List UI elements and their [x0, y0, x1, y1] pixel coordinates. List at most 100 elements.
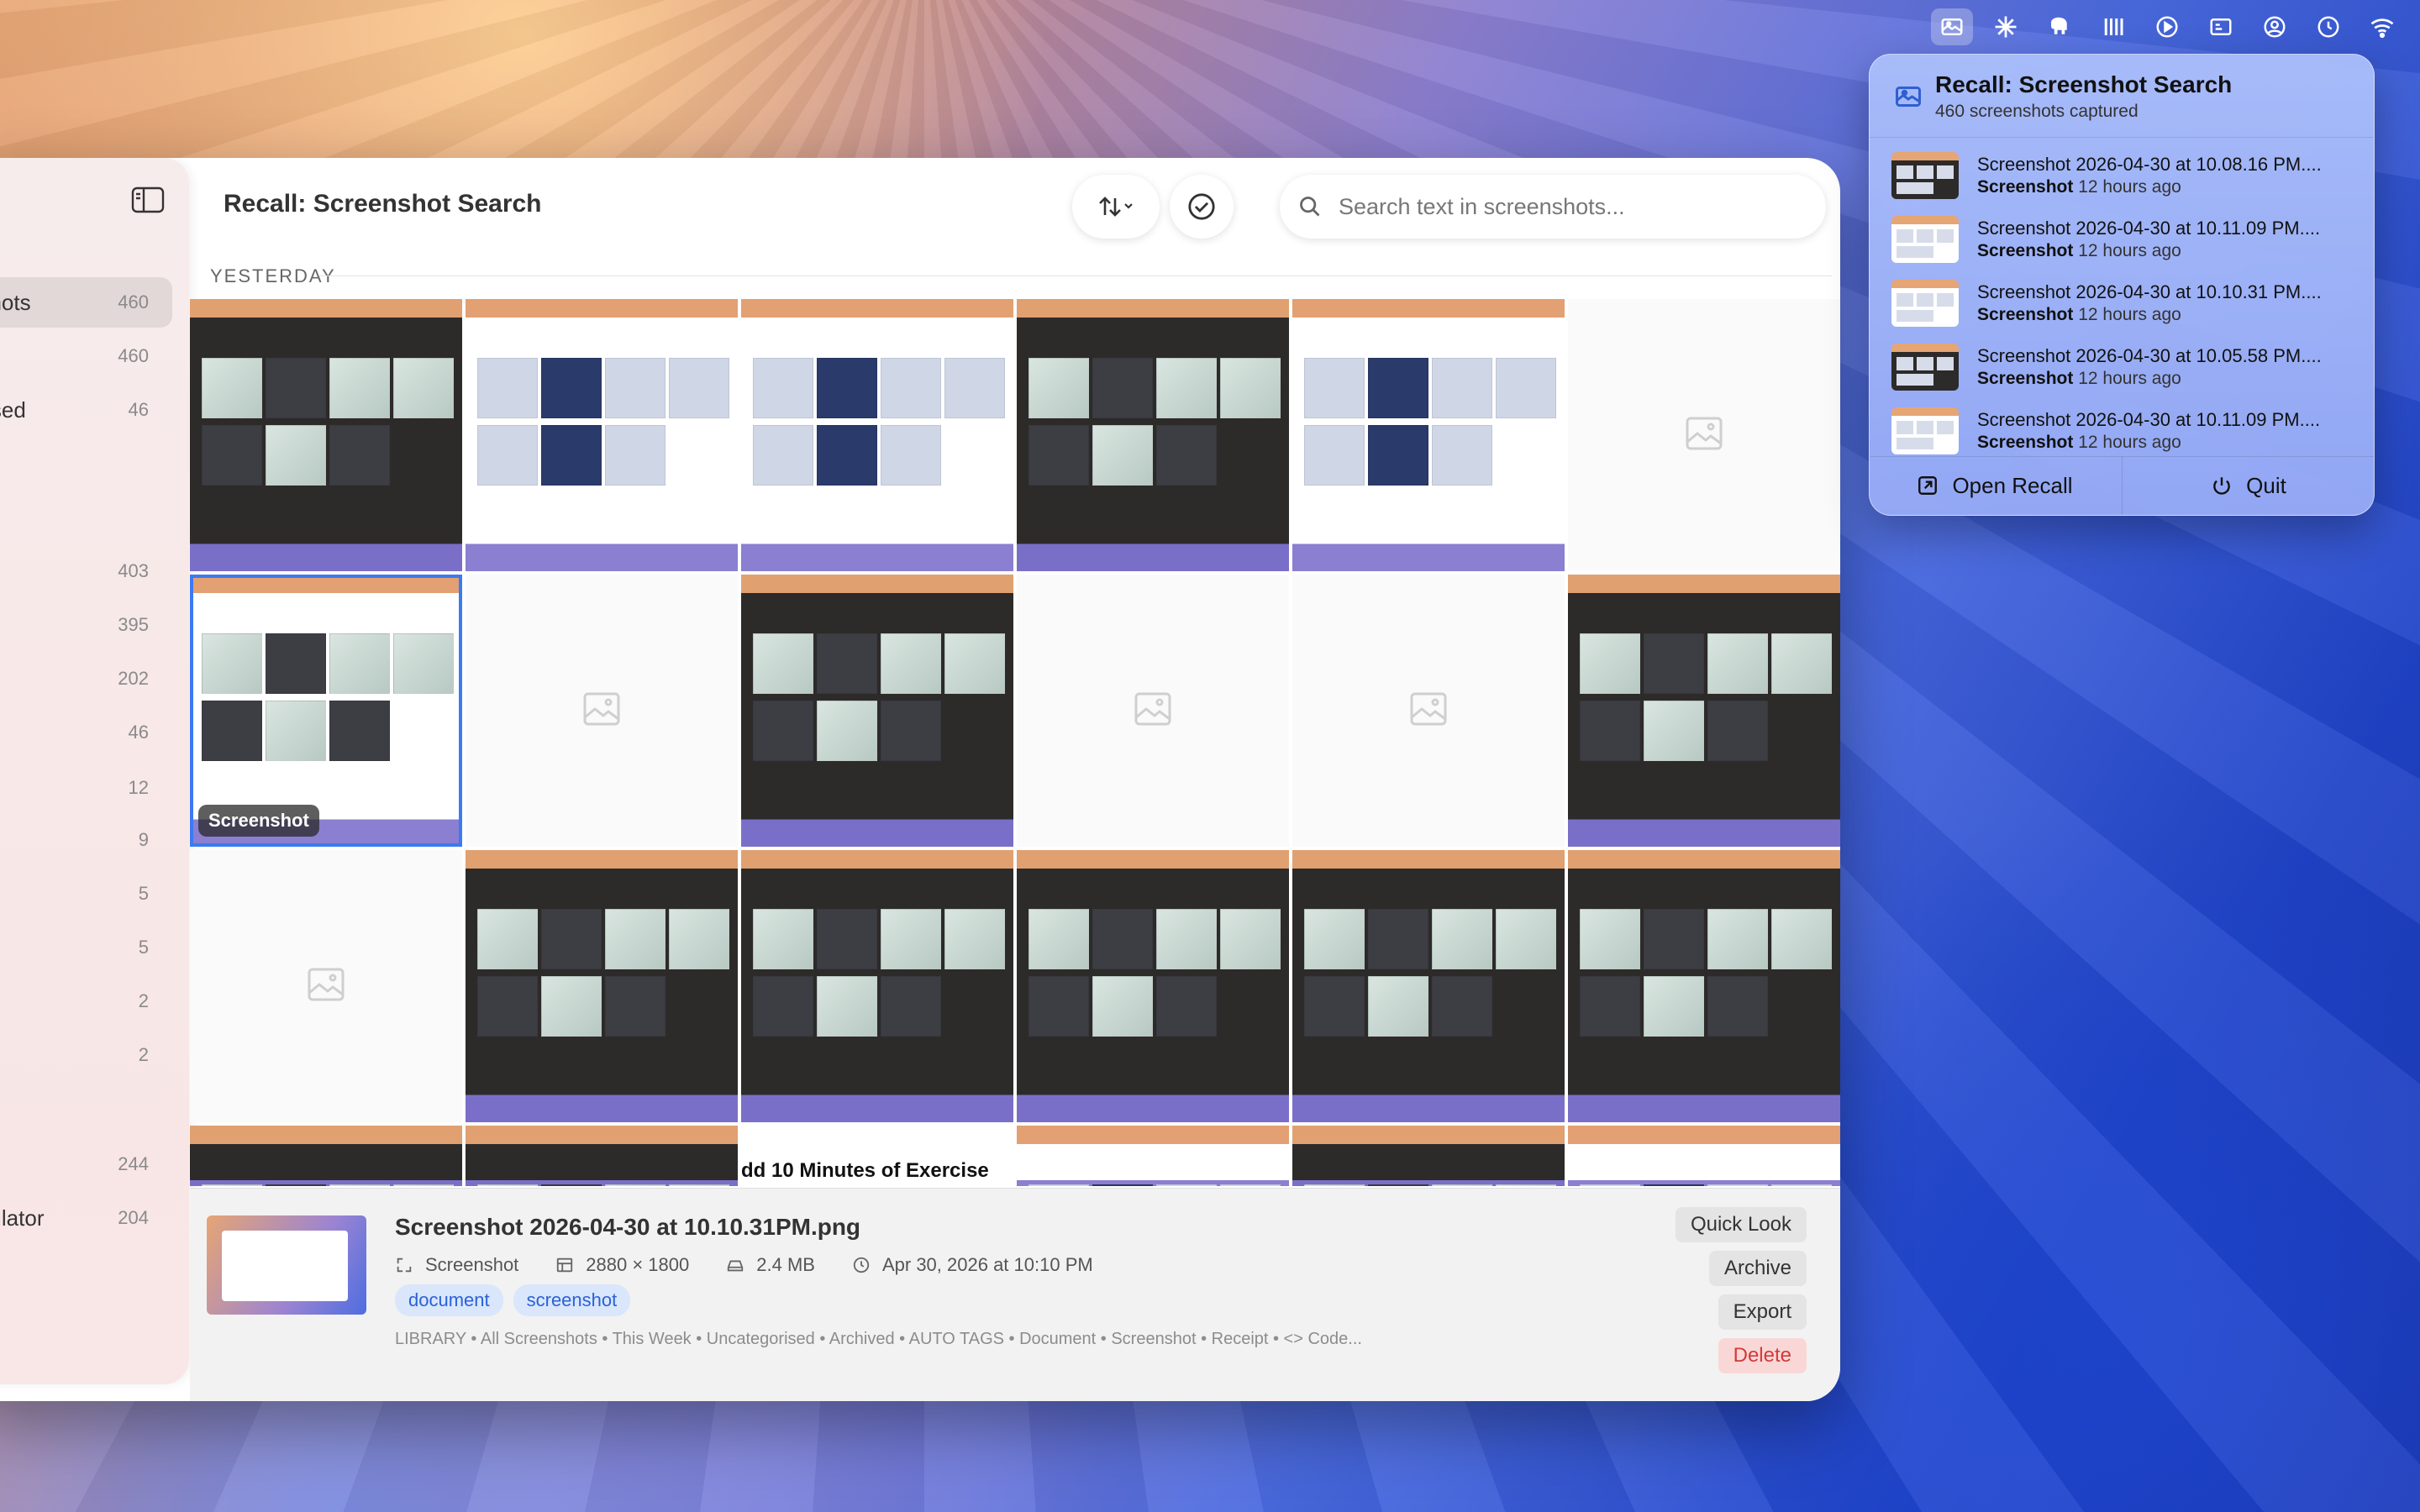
screenshot-thumbnail[interactable]	[1292, 1126, 1565, 1186]
tag-screenshot[interactable]: screenshot	[513, 1284, 631, 1316]
recall-icon[interactable]	[1931, 8, 1973, 45]
screenshot-thumbnail[interactable]	[1568, 1126, 1840, 1186]
thumbnail-content	[1707, 976, 1768, 1037]
search-field[interactable]	[1280, 175, 1826, 239]
sidebar-item[interactable]: 9	[0, 815, 172, 865]
user-icon[interactable]	[2254, 8, 2296, 45]
screenshot-thumbnail[interactable]	[741, 575, 1013, 847]
sidebar-item[interactable]: l	[0, 438, 172, 489]
sidebar-item[interactable]: 5	[0, 869, 172, 919]
screenshot-thumbnail[interactable]	[741, 299, 1013, 571]
thumbnail-content	[1580, 701, 1640, 761]
sidebar-item[interactable]: 2	[0, 1030, 172, 1080]
thumbnail-content	[477, 909, 538, 969]
thumbnail-content	[202, 633, 262, 694]
delete-button[interactable]: Delete	[1718, 1338, 1807, 1373]
card-icon[interactable]	[2200, 8, 2242, 45]
screenshot-thumbnail[interactable]	[1568, 850, 1840, 1122]
selected-thumbnail-badge: Screenshot	[198, 805, 319, 837]
recent-screenshot-type: Screenshot	[1977, 241, 2074, 260]
sidebar-item[interactable]: 202	[0, 654, 172, 704]
thumbnail-content	[753, 425, 813, 486]
play-icon[interactable]	[2146, 8, 2188, 45]
screenshot-thumbnail[interactable]	[1017, 299, 1289, 571]
recent-screenshot-item[interactable]: Screenshot 2026-04-30 at 10.10.31 PM....…	[1870, 270, 2374, 333]
screenshot-thumbnail-placeholder[interactable]	[1292, 575, 1565, 847]
thumbnail-content	[477, 1184, 538, 1186]
screenshot-thumbnail-placeholder[interactable]	[1568, 299, 1840, 571]
screenshot-thumbnail[interactable]	[1292, 299, 1565, 571]
thumbnail-content	[605, 358, 666, 418]
screenshot-thumbnail[interactable]	[1568, 575, 1840, 847]
sort-button[interactable]	[1072, 175, 1160, 239]
thumbnail-content	[1580, 976, 1640, 1037]
screenshot-thumbnail[interactable]	[190, 299, 462, 571]
recent-screenshot-item[interactable]: Screenshot 2026-04-30 at 10.08.16 PM....…	[1870, 142, 2374, 206]
sidebar-toggle-icon[interactable]	[131, 186, 165, 213]
archive-button[interactable]: Archive	[1708, 1251, 1807, 1286]
screenshot-thumbnail[interactable]	[466, 850, 738, 1122]
thumbnail-content	[1092, 976, 1153, 1037]
screenshot-thumbnail[interactable]: dd 10 Minutes of Exercise	[741, 1126, 1013, 1186]
sidebar-item[interactable]: hot395	[0, 600, 172, 650]
screenshot-thumbnail-placeholder[interactable]	[466, 575, 738, 847]
thumbnail-content	[1644, 909, 1704, 969]
wifi-icon[interactable]	[2361, 8, 2403, 45]
detail-thumbnail[interactable]	[207, 1215, 366, 1315]
sidebar-item[interactable]: 2	[0, 976, 172, 1026]
sidebar-item[interactable]: nt403	[0, 546, 172, 596]
recent-screenshot-thumbnail	[1891, 280, 1959, 327]
thumbnail-content	[393, 358, 454, 418]
thumbnail-content	[944, 358, 1005, 418]
thumbnail-content	[329, 633, 390, 694]
bars-icon[interactable]	[2092, 8, 2134, 45]
elephant-icon[interactable]	[2039, 8, 2081, 45]
screenshot-thumbnail[interactable]	[1292, 850, 1565, 1122]
sidebar-item[interactable]: orised 46	[0, 385, 172, 435]
detail-date: Apr 30, 2026 at 10:10 PM	[881, 1254, 1093, 1275]
thumbnail-content	[266, 1184, 326, 1186]
clock-icon[interactable]	[2307, 8, 2349, 45]
screenshot-thumbnail[interactable]	[466, 299, 738, 571]
detail-panel: Screenshot 2026-04-30 at 10.10.31PM.png …	[190, 1188, 1840, 1401]
screenshot-thumbnail[interactable]	[1017, 1126, 1289, 1186]
thumbnail-content	[1432, 425, 1492, 486]
thumbnail-content	[1028, 976, 1089, 1037]
thumbnail-content	[1304, 909, 1365, 969]
menu-bar-extras	[1931, 8, 2403, 45]
sidebar-item[interactable]: hot244	[0, 1139, 172, 1189]
export-button[interactable]: Export	[1718, 1294, 1807, 1330]
sidebar-item[interactable]: 5	[0, 922, 172, 973]
quit-button[interactable]: Quit	[2123, 456, 2374, 515]
sidebar-item[interactable]: ek460	[0, 331, 172, 381]
thumbnail-content	[1220, 909, 1281, 969]
sidebar-item[interactable]: imulator 204	[0, 1193, 172, 1243]
sidebar-item[interactable]: 46	[0, 707, 172, 758]
asterisk-icon[interactable]	[1985, 8, 2027, 45]
sidebar-item-count: 12	[128, 777, 149, 798]
open-recall-button[interactable]: Open Recall	[1870, 456, 2120, 515]
screenshot-thumbnail-placeholder[interactable]	[1017, 575, 1289, 847]
recent-screenshot-item[interactable]: Screenshot 2026-04-30 at 10.11.09 PM....…	[1870, 206, 2374, 270]
screenshot-thumbnail[interactable]	[466, 1126, 738, 1186]
recent-screenshot-item[interactable]: Screenshot 2026-04-30 at 10.05.58 PM....…	[1870, 333, 2374, 397]
screenshot-thumbnail[interactable]	[190, 1126, 462, 1186]
sidebar-item[interactable]: nshots 460	[0, 277, 172, 328]
thumbnail-content	[329, 425, 390, 486]
recent-screenshot-name: Screenshot 2026-04-30 at 10.11.09 PM....	[1977, 409, 2321, 430]
thumbnail-content	[669, 909, 729, 969]
thumbnail-content	[1156, 1184, 1217, 1186]
screenshot-thumbnail[interactable]: Screenshot	[190, 575, 462, 847]
quick-look-button[interactable]: Quick Look	[1675, 1207, 1807, 1242]
recent-screenshot-name: Screenshot 2026-04-30 at 10.11.09 PM....	[1977, 218, 2321, 239]
thumbnail-content	[1644, 1184, 1704, 1186]
screenshot-thumbnail[interactable]	[1017, 850, 1289, 1122]
thumbnail-content	[1156, 358, 1217, 418]
tag-document[interactable]: document	[395, 1284, 503, 1316]
screenshot-thumbnail[interactable]	[741, 850, 1013, 1122]
screenshot-thumbnail-placeholder[interactable]	[190, 850, 462, 1122]
search-input[interactable]	[1337, 192, 1811, 221]
sidebar-item[interactable]: 12	[0, 763, 172, 813]
select-button[interactable]	[1170, 175, 1234, 239]
recent-screenshot-item[interactable]: Screenshot 2026-04-30 at 10.11.09 PM....…	[1870, 397, 2374, 461]
